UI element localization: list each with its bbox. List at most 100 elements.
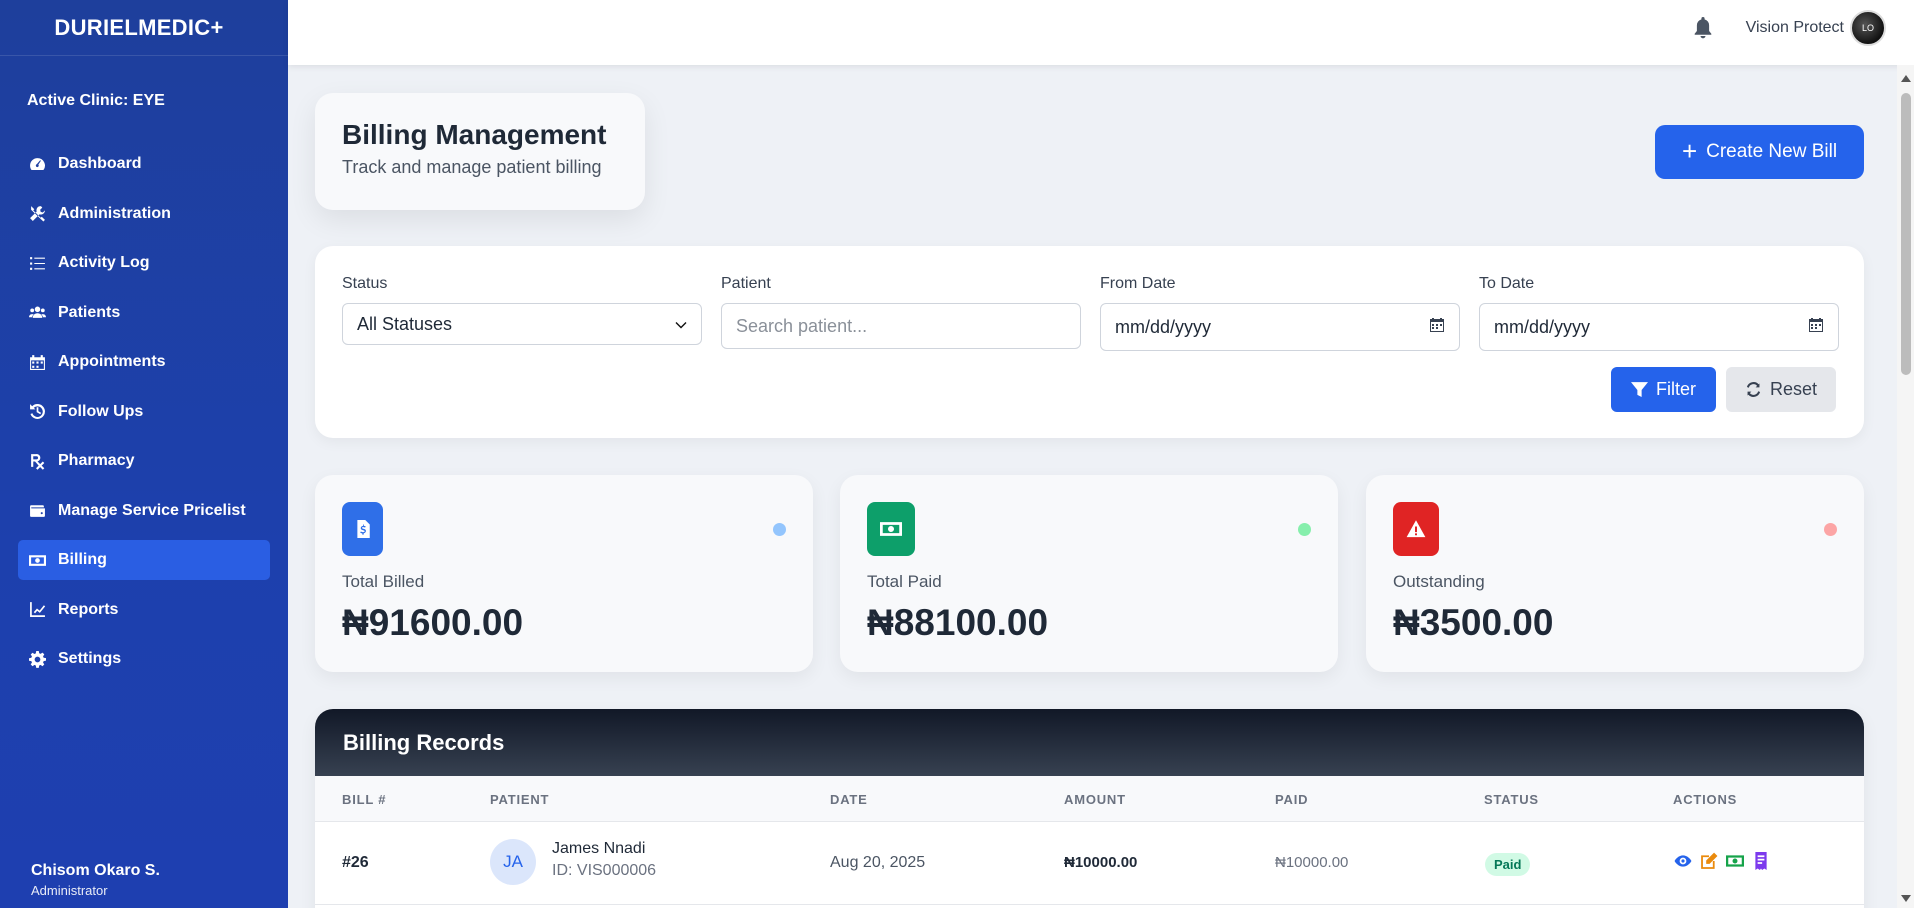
patient-search-input[interactable]: Search patient... [721,303,1081,349]
list-icon [28,254,46,272]
money-icon [28,551,46,569]
scroll-up-arrow-icon[interactable] [1901,75,1911,82]
status-select[interactable]: All Statuses [342,303,702,345]
from-date-label: From Date [1100,275,1176,292]
table-row[interactable]: #26 JA James Nnadi ID: VIS000006 Aug 20,… [315,822,1864,905]
stat-value: ₦91600.00 [342,602,524,643]
from-date-input[interactable]: mm/dd/yyyy [1100,303,1460,351]
billing-records-table: Billing Records BILL # PATIENT DATE AMOU… [315,709,1864,908]
patient-name[interactable]: James Nnadi [552,840,645,858]
gear-icon [28,650,46,668]
sidebar-item-settings[interactable]: Settings [18,639,270,679]
receipt-icon[interactable] [1751,851,1770,870]
stat-label: Total Paid [867,572,942,591]
users-icon [28,304,46,322]
column-header-actions: ACTIONS [1673,792,1738,807]
avatar[interactable]: LO [1850,10,1886,46]
filter-panel: Status All Statuses Patient Search patie… [315,246,1864,438]
sidebar-item-label: Pharmacy [58,452,135,469]
column-header-status[interactable]: STATUS [1484,792,1539,807]
patient-filter-group: Patient Search patient... [721,275,1081,349]
to-date-group: To Date mm/dd/yyyy [1479,275,1839,351]
filter-button-label: Filter [1656,379,1696,399]
filter-button[interactable]: Filter [1611,367,1716,412]
stat-label: Total Billed [342,572,425,591]
patient-label: Patient [721,275,771,292]
bill-number: #26 [342,854,369,871]
reset-button-label: Reset [1769,379,1818,399]
sidebar-nav: Dashboard Administration Activity Log Pa… [0,144,288,679]
plus-icon: + [1681,135,1698,166]
sidebar-item-follow-ups[interactable]: Follow Ups [18,392,270,432]
create-new-bill-button[interactable]: + Create New Bill [1655,125,1864,179]
sidebar-user: Chisom Okaro S. Administrator [31,862,160,898]
sidebar-item-patients[interactable]: Patients [18,293,270,333]
view-eye-icon[interactable] [1673,851,1692,870]
top-user-name[interactable]: Vision Protect [1746,19,1844,37]
column-header-bill[interactable]: BILL # [342,792,386,807]
sidebar-item-label: Activity Log [58,254,150,271]
table-header: BILL # PATIENT DATE AMOUNT PAID STATUS A… [315,776,1864,822]
stat-card-total-paid: Total Paid ₦88100.00 [840,475,1338,672]
stat-indicator-dot [1298,523,1311,536]
sidebar-item-administration[interactable]: Administration [18,194,270,234]
status-label: Status [342,275,388,292]
calendar-icon[interactable] [1808,317,1824,338]
sidebar-item-label: Settings [58,650,122,667]
row-actions [1673,851,1770,870]
patient-id: ID: VIS000006 [552,862,657,879]
column-header-patient[interactable]: PATIENT [490,792,549,807]
scrollbar[interactable] [1897,65,1914,908]
scrollbar-thumb[interactable] [1901,93,1911,375]
invoice-dollar-icon [342,502,383,556]
sidebar-item-billing[interactable]: Billing [18,540,270,580]
column-header-amount[interactable]: AMOUNT [1064,792,1126,807]
scroll-down-arrow-icon[interactable] [1901,895,1911,902]
sidebar-item-activity-log[interactable]: Activity Log [18,243,270,283]
chevron-down-icon [675,314,687,335]
sidebar-item-dashboard[interactable]: Dashboard [18,144,270,184]
to-date-input[interactable]: mm/dd/yyyy [1479,303,1839,351]
stat-card-outstanding: Outstanding ₦3500.00 [1366,475,1864,672]
stat-card-total-billed: Total Billed ₦91600.00 [315,475,813,672]
billing-records-title: Billing Records [315,709,1864,776]
calendar-icon[interactable] [1429,317,1445,338]
wallet-icon [28,502,46,520]
main-content: Billing Management Track and manage pati… [288,65,1897,908]
bell-icon[interactable] [1693,17,1713,39]
reset-button[interactable]: Reset [1726,367,1836,412]
patient-search-placeholder: Search patient... [736,315,868,336]
payment-money-icon[interactable] [1725,851,1744,870]
column-header-date[interactable]: DATE [830,792,868,807]
history-icon [28,403,46,421]
prescription-icon [28,452,46,470]
patient-avatar: JA [490,839,536,885]
sidebar-item-label: Patients [58,303,121,321]
sidebar-item-label: Follow Ups [58,402,144,420]
sidebar-item-label: Dashboard [58,155,142,172]
edit-icon[interactable] [1699,851,1718,870]
page-title: Billing Management [342,119,607,150]
calendar-icon [28,353,46,371]
bill-amount: ₦10000.00 [1064,854,1138,871]
from-date-group: From Date mm/dd/yyyy [1100,275,1460,351]
from-date-placeholder: mm/dd/yyyy [1115,316,1212,337]
to-date-label: To Date [1479,275,1535,292]
sidebar-item-manage-service-pricelist[interactable]: Manage Service Pricelist [18,491,270,531]
status-badge: Paid [1485,853,1531,876]
brand-logo[interactable]: DURIELMEDIC+ [0,0,288,56]
refresh-icon [1746,382,1761,397]
warning-icon [1393,502,1439,556]
stat-value: ₦88100.00 [867,602,1049,643]
sidebar-item-label: Appointments [58,353,166,370]
column-header-paid[interactable]: PAID [1275,792,1308,807]
sidebar-item-reports[interactable]: Reports [18,590,270,630]
sidebar-item-appointments[interactable]: Appointments [18,342,270,382]
sidebar-item-pharmacy[interactable]: Pharmacy [18,441,270,481]
stat-value: ₦3500.00 [1393,602,1554,643]
money-bill-icon [867,502,915,556]
bill-date: Aug 20, 2025 [830,854,926,871]
stat-indicator-dot [1824,523,1837,536]
chart-line-icon [28,601,46,619]
active-clinic-label: Active Clinic: EYE [27,92,165,109]
